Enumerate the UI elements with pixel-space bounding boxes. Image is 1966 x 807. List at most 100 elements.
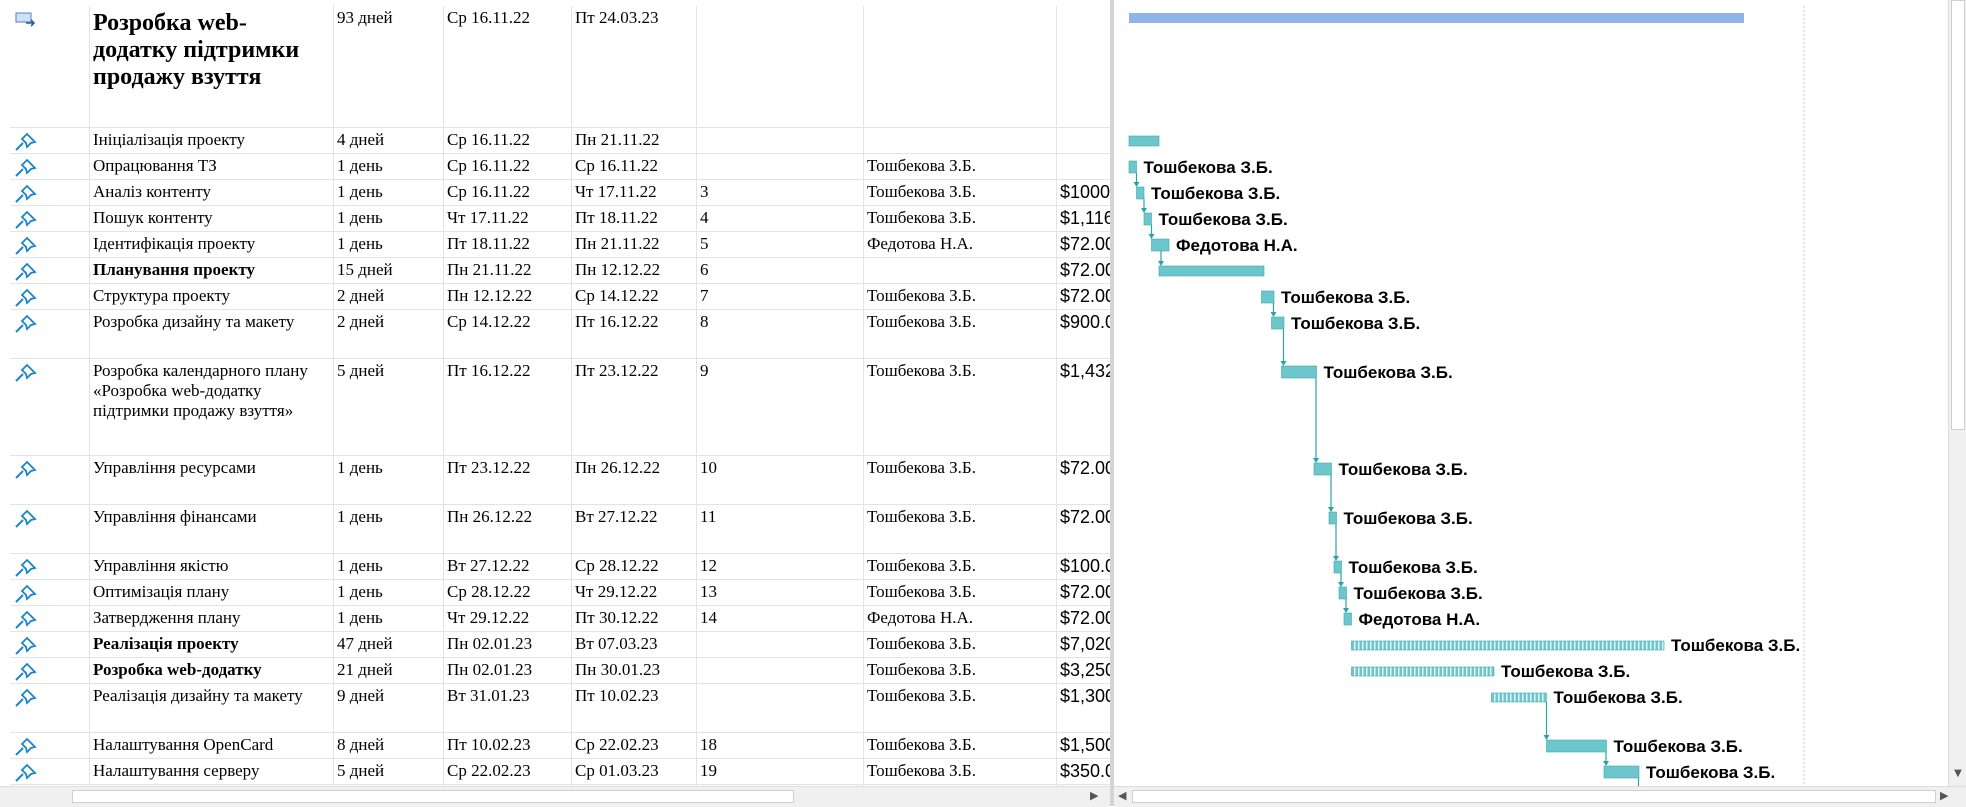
gantt-bar[interactable] [1491,692,1547,703]
cell-finish[interactable]: Ср 14.12.22 [572,284,697,309]
table-row[interactable]: Планування проекту 15 дней Пн 21.11.22 Пн 1… [10,258,1110,284]
gantt-bar[interactable] [1313,462,1332,476]
cell-name[interactable]: Оптимізація плану [90,580,334,605]
cell-name[interactable]: Ідентифікація проекту [90,232,334,257]
cell-cost[interactable]: $1,116 [1057,206,1110,231]
cell-finish[interactable]: Пн 30.01.23 [572,658,697,683]
cell-cost[interactable]: $100.0 [1057,554,1110,579]
cell-cost[interactable]: $72.00 [1057,580,1110,605]
cell-finish[interactable]: Пт 16.12.22 [572,310,697,358]
gantt-bar[interactable] [1333,560,1342,574]
cell-finish[interactable]: Пт 24.03.23 [572,6,697,127]
cell-start[interactable]: Вт 31.01.23 [444,684,572,732]
cell-name[interactable]: Налаштування серверу [90,759,334,784]
cell-cost[interactable]: $1,432 [1057,359,1110,455]
cell-pred[interactable]: 11 [697,505,864,553]
cell-duration[interactable]: 1 день [334,180,444,205]
cell-resource[interactable]: Тошбекова З.Б. [864,684,1057,732]
cell-finish[interactable]: Пт 30.12.22 [572,606,697,631]
cell-pred[interactable] [697,6,864,127]
gantt-bar[interactable] [1143,212,1152,226]
cell-resource[interactable]: Тошбекова З.Б. [864,505,1057,553]
cell-start[interactable]: Чт 29.12.22 [444,606,572,631]
table-row[interactable]: Пошук контенту 1 день Чт 17.11.22 Пт 18.11.… [10,206,1110,232]
table-row[interactable]: Розробка дизайну та макету 2 дней Ср 14.12… [10,310,1110,359]
table-horizontal-scrollbar[interactable]: ▶ [0,786,1110,807]
cell-cost[interactable]: $900.0 [1057,310,1110,358]
cell-duration[interactable]: 1 день [334,580,444,605]
cell-name[interactable]: Налаштування OpenCard [90,733,334,758]
cell-resource[interactable]: Тошбекова З.Б. [864,206,1057,231]
cell-name[interactable]: Управління ресурсами [90,456,334,504]
cell-start[interactable]: Пт 16.12.22 [444,359,572,455]
gantt-bar[interactable] [1151,238,1170,252]
cell-finish[interactable]: Ср 22.02.23 [572,733,697,758]
cell-duration[interactable]: 4 дней [334,128,444,153]
gantt-bar[interactable] [1158,265,1265,277]
gantt-bar[interactable] [1128,160,1137,174]
cell-resource[interactable]: Федотова Н.А. [864,606,1057,631]
gantt-bar[interactable] [1603,765,1640,779]
cell-resource[interactable] [864,258,1057,283]
cell-duration[interactable]: 93 дней [334,6,444,127]
scroll-right-arrow-icon[interactable]: ▶ [1090,789,1098,802]
cell-start[interactable]: Пт 18.11.22 [444,232,572,257]
cell-cost[interactable]: $72.00 [1057,284,1110,309]
cell-duration[interactable]: 1 день [334,232,444,257]
table-row[interactable]: Затвердження плану 1 день Чт 29.12.22 Пт 30… [10,606,1110,632]
cell-duration[interactable]: 9 дней [334,684,444,732]
gantt-bar[interactable] [1338,586,1347,600]
cell-name[interactable]: Розробка web-додатку підтримки продажу в… [90,6,334,127]
cell-duration[interactable]: 8 дней [334,733,444,758]
cell-name[interactable]: Розробка календарного плану «Розробка we… [90,359,334,455]
cell-resource[interactable]: Федотова Н.А. [864,232,1057,257]
table-row[interactable]: Налаштування OpenCard 8 дней Пт 10.02.23 Ср… [10,733,1110,759]
cell-duration[interactable]: 15 дней [334,258,444,283]
table-row[interactable]: Ідентифікація проекту 1 день Пт 18.11.22 Пн… [10,232,1110,258]
cell-cost[interactable]: $72.00 [1057,258,1110,283]
cell-resource[interactable]: Тошбекова З.Б. [864,456,1057,504]
cell-pred[interactable]: 19 [697,759,864,784]
cell-name[interactable]: Аналіз контенту [90,180,334,205]
cell-cost[interactable]: $3,250 [1057,658,1110,683]
cell-start[interactable]: Ср 16.11.22 [444,128,572,153]
cell-cost[interactable]: $72.00 [1057,505,1110,553]
cell-finish[interactable]: Вт 27.12.22 [572,505,697,553]
cell-cost[interactable]: $10000 [1057,180,1110,205]
cell-pred[interactable]: 5 [697,232,864,257]
cell-finish[interactable]: Ср 28.12.22 [572,554,697,579]
cell-name[interactable]: Розробка web-додатку [90,658,334,683]
scroll-right-arrow-icon[interactable]: ▶ [1940,789,1948,802]
cell-finish[interactable]: Чт 29.12.22 [572,580,697,605]
cell-start[interactable]: Пт 10.02.23 [444,733,572,758]
table-row[interactable]: Аналіз контенту 1 день Ср 16.11.22 Чт 17.11… [10,180,1110,206]
table-scroll-thumb[interactable] [72,790,794,803]
cell-pred[interactable]: 12 [697,554,864,579]
cell-cost[interactable]: $7,020 [1057,632,1110,657]
cell-finish[interactable]: Ср 01.03.23 [572,759,697,784]
table-row[interactable]: Управління якістю 1 день Вт 27.12.22 Ср 28.… [10,554,1110,580]
cell-pred[interactable] [697,684,864,732]
vertical-scrollbar[interactable]: ▼ [1948,0,1966,786]
cell-start[interactable]: Пн 26.12.22 [444,505,572,553]
cell-duration[interactable]: 21 дней [334,658,444,683]
cell-start[interactable]: Пн 02.01.23 [444,632,572,657]
table-row[interactable]: Розробка web-додатку 21 дней Пн 02.01.23 Пн… [10,658,1110,684]
cell-finish[interactable]: Пн 26.12.22 [572,456,697,504]
cell-start[interactable]: Пн 02.01.23 [444,658,572,683]
table-row[interactable]: Ініціалізація проекту 4 дней Ср 16.11.22 Пн… [10,128,1110,154]
cell-start[interactable]: Пт 23.12.22 [444,456,572,504]
cell-resource[interactable] [864,128,1057,153]
cell-start[interactable]: Ср 16.11.22 [444,6,572,127]
cell-resource[interactable]: Тошбекова З.Б. [864,733,1057,758]
cell-pred[interactable]: 6 [697,258,864,283]
cell-resource[interactable]: Тошбекова З.Б. [864,759,1057,784]
table-row[interactable]: Управління ресурсами 1 день Пт 23.12.22 Пн … [10,456,1110,505]
gantt-bar[interactable] [1281,365,1317,379]
cell-cost[interactable]: $1,500 [1057,733,1110,758]
table-row[interactable]: Реалізація проекту 47 дней Пн 02.01.23 Вт 0… [10,632,1110,658]
cell-start[interactable]: Вт 27.12.22 [444,554,572,579]
gantt-bar[interactable] [1271,316,1285,330]
cell-name[interactable]: Реалізація проекту [90,632,334,657]
cell-duration[interactable]: 2 дней [334,284,444,309]
